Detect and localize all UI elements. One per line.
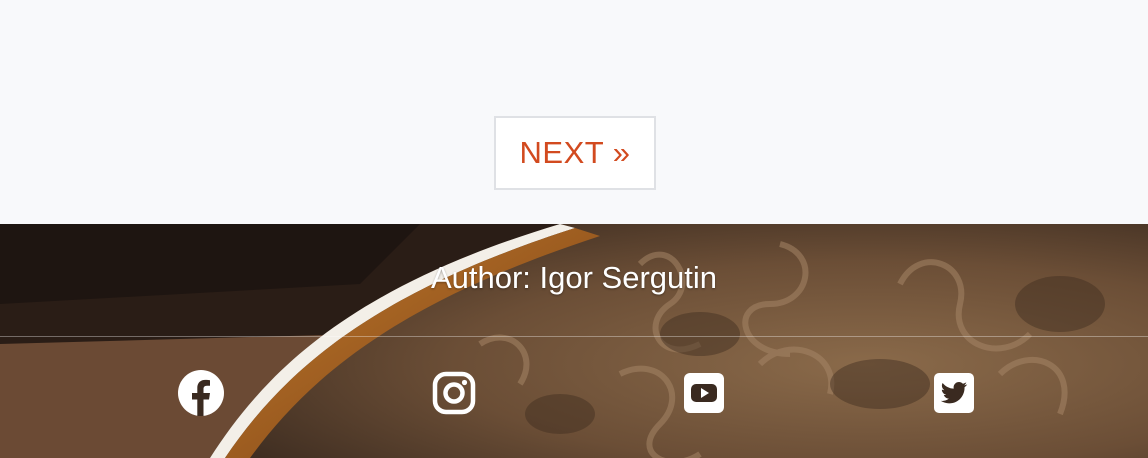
instagram-icon [432, 371, 476, 415]
facebook-icon [178, 370, 224, 416]
next-page-button[interactable]: NEXT » [494, 116, 656, 190]
footer-divider [0, 336, 1148, 337]
youtube-link[interactable] [680, 369, 728, 417]
twitter-link[interactable] [930, 369, 978, 417]
youtube-icon [684, 373, 724, 413]
instagram-link[interactable] [430, 369, 478, 417]
content-area: NEXT » [0, 0, 1148, 224]
site-footer: Author: Igor Sergutin [0, 224, 1148, 458]
author-credit: Author: Igor Sergutin [430, 260, 718, 295]
twitter-icon [934, 373, 974, 413]
facebook-link[interactable] [177, 369, 225, 417]
